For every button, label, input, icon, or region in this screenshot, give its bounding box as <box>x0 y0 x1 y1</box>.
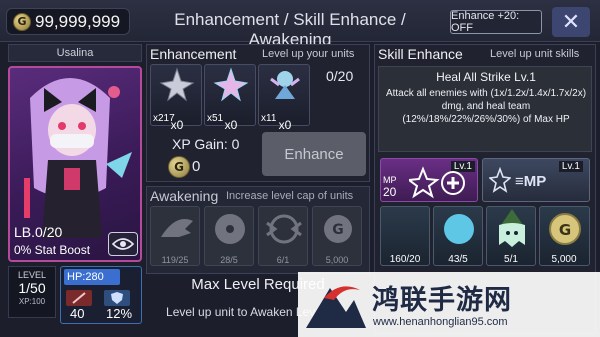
mp-value: 20 <box>383 185 397 199</box>
stat-boost: 0% Stat Boost <box>14 243 91 257</box>
sword-icon <box>66 290 92 306</box>
awakening-item-2[interactable]: 28/5 <box>204 206 254 266</box>
skill-description-box: Heal All Strike Lv.1 Attack all enemies … <box>378 66 592 152</box>
watermark-text: 鸿联手游网 <box>372 285 512 316</box>
awakening-title: Awakening <box>150 188 219 204</box>
material-slot-1[interactable]: x217 x0 <box>150 64 202 132</box>
skill-title: Skill Enhance <box>378 46 463 62</box>
level-box: LEVEL 1/50 XP:100 <box>8 266 56 318</box>
gold-coin-icon: G <box>324 215 352 243</box>
fairy-icon <box>270 71 300 99</box>
disc-icon <box>215 214 245 244</box>
attack-value: 40 <box>70 306 85 321</box>
svg-text:G: G <box>332 222 344 238</box>
enhance-plus20-toggle[interactable]: Enhance +20: OFF <box>450 10 542 34</box>
skill-resource-count: 160/20 <box>389 254 421 265</box>
watermark-url: www.henanhonglian95.com <box>373 316 508 328</box>
skill-resource-count: 5/1 <box>504 254 518 265</box>
wing-icon <box>161 219 193 237</box>
awakening-item-1[interactable]: 119/25 <box>150 206 200 266</box>
gold-amount: 99,999,999 <box>35 11 121 31</box>
awakening-count: 119/25 <box>161 255 189 265</box>
mp-icon-label: ≡MP <box>515 173 547 190</box>
enhancement-subtitle: Level up your units <box>262 48 355 60</box>
close-button[interactable]: ✕ <box>552 7 590 37</box>
material-slot-3[interactable]: x11 x0 <box>258 64 310 132</box>
eye-icon <box>112 238 134 250</box>
awakening-count: 6/1 <box>276 255 290 265</box>
level-label: LEVEL <box>17 270 47 280</box>
hp-stat: HP:280 <box>64 269 120 285</box>
skill-subtitle: Level up unit skills <box>490 48 580 60</box>
svg-text:G: G <box>559 221 571 239</box>
skill-resource-count: 43/5 <box>448 254 468 265</box>
limit-break: LB.0/20 <box>14 224 63 240</box>
rainbow-star-icon <box>213 67 249 102</box>
gold-display: G 99,999,999 <box>6 8 130 35</box>
awakening-item-4[interactable]: G 5,000 <box>312 206 362 266</box>
gold-coin-icon: G <box>168 156 190 178</box>
enhancement-count: 0/20 <box>326 68 354 84</box>
watermark-logo <box>306 286 366 328</box>
skill-resource-count: 5,000 <box>551 254 577 265</box>
awakening-subtitle: Increase level cap of units <box>226 190 354 202</box>
skill-level: Lv.1 <box>558 161 583 172</box>
enhance-button[interactable]: Enhance <box>262 132 366 176</box>
emblem-icon <box>266 214 302 244</box>
close-icon: ✕ <box>561 9 581 35</box>
enhance-cost: 0 <box>192 158 201 175</box>
unit-name: Usalina <box>8 44 142 62</box>
defense-value: 12% <box>106 306 133 321</box>
awakening-count: 28/5 <box>220 255 238 265</box>
view-unit-button[interactable] <box>108 232 138 256</box>
mp-label: MP <box>383 175 397 185</box>
silver-star-icon <box>159 67 195 102</box>
moon-orb-icon <box>444 214 474 244</box>
xp-value: XP:100 <box>18 297 46 306</box>
skill-card-mp[interactable]: Lv.1 ≡MP <box>482 158 590 202</box>
awakening-count: 5,000 <box>325 255 349 265</box>
material-owned: x217 <box>153 113 175 124</box>
level-value: 1/50 <box>18 280 46 296</box>
crescent-icon <box>395 213 411 245</box>
star-heal-icon <box>409 166 465 199</box>
xp-gain: XP Gain: 0 <box>172 136 240 152</box>
skill-description: Attack all enemies with (1x/1.2x/1.4x/1.… <box>385 88 587 125</box>
witch-ghost-icon <box>499 209 525 247</box>
skill-card-heal-strike[interactable]: Lv.1 MP 20 <box>380 158 478 202</box>
star-outline-icon <box>489 167 511 193</box>
shield-icon <box>104 290 130 306</box>
material-owned: x51 <box>207 113 224 124</box>
skill-name: Heal All Strike Lv.1 <box>436 70 536 84</box>
gold-coin-icon: G <box>13 12 31 31</box>
material-owned: x11 <box>261 113 277 124</box>
material-slot-2[interactable]: x51 x0 <box>204 64 256 132</box>
enhancement-title: Enhancement <box>150 46 237 62</box>
awakening-item-3[interactable]: 6/1 <box>258 206 308 266</box>
gold-coin-icon: G <box>549 213 581 245</box>
